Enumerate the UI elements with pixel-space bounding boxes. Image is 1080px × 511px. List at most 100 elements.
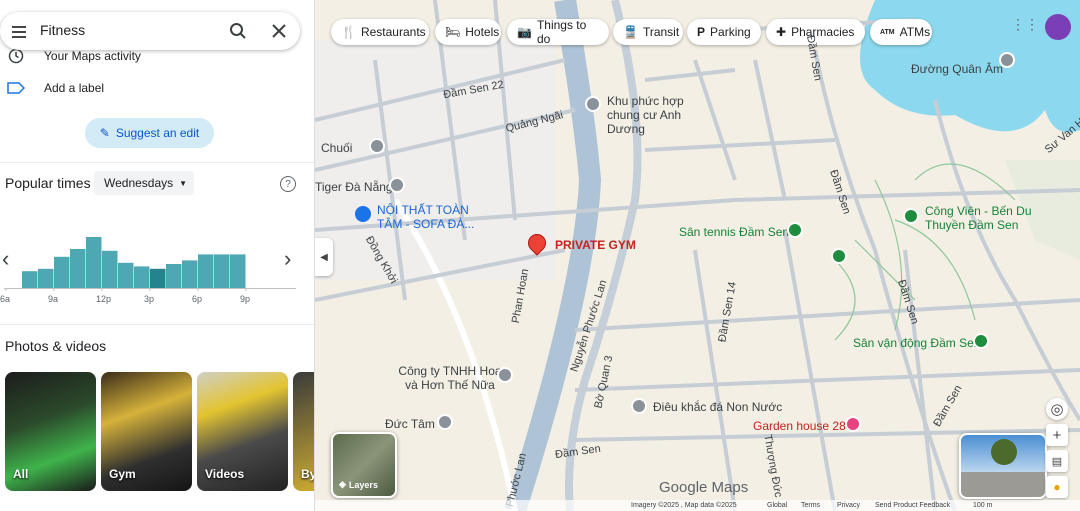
chip-transit[interactable]: 🚆 Transit (613, 19, 683, 45)
divider (0, 162, 314, 163)
transit-icon: 🚆 (623, 25, 638, 39)
popular-times-chart: ‹ › 6a 9a 12p 3p 6p 9p (0, 210, 300, 310)
pegman-icon[interactable]: ● (1046, 476, 1068, 498)
popular-times-bar[interactable] (214, 254, 230, 288)
popular-times-bar[interactable] (166, 264, 182, 288)
place-private-gym[interactable]: PRIVATE GYM (555, 238, 636, 252)
popular-times-bar[interactable] (198, 254, 214, 288)
shopping-icon (355, 206, 371, 222)
place-san-van-dong[interactable]: Sân vận động Đầm Sen (853, 336, 980, 350)
bed-icon: 🛏 (445, 25, 461, 39)
terms-link[interactable]: Terms (801, 502, 820, 509)
gym-icon (389, 177, 405, 193)
hotel-icon (845, 416, 861, 432)
place-noi-that[interactable]: NỘI THẤT TOÀN TÂM - SOFA ĐÀ... (377, 203, 477, 231)
pencil-icon: ✎ (99, 126, 110, 140)
popular-times-bar[interactable] (22, 271, 38, 288)
popular-times-title: Popular times (5, 175, 91, 191)
map-footer: Imagery ©2025 , Map data ©2025 Global Te… (315, 500, 1080, 511)
chip-atms[interactable]: ATM ATMs (870, 19, 932, 45)
label-icon (6, 82, 26, 94)
stadium-icon (973, 333, 989, 349)
place-duc-tam[interactable]: Đức Tâm (385, 417, 435, 431)
google-maps-logo: Google Maps (659, 479, 749, 496)
place-garden-house[interactable]: Garden house 28 (753, 419, 846, 433)
divider (0, 324, 314, 325)
place-chuoi[interactable]: Chuối (321, 141, 352, 155)
photo-gym[interactable]: Gym (101, 372, 192, 491)
zoom-in-button[interactable]: + (1046, 424, 1068, 446)
hour-label: 9a (48, 294, 59, 304)
shop-icon (497, 367, 513, 383)
photo-by-owner[interactable]: By (293, 372, 314, 491)
place-dieu-khac[interactable]: Điêu khắc đá Non Nước (653, 400, 782, 414)
sculpture-icon (631, 398, 647, 414)
scale-bar[interactable]: 100 m (973, 502, 992, 509)
chip-restaurants[interactable]: 🍴 Restaurants (331, 19, 429, 45)
history-icon (6, 48, 26, 64)
collapse-panel-button[interactable]: ◀ (315, 238, 333, 276)
menu-icon[interactable] (12, 26, 26, 41)
my-location-icon[interactable]: ◎ (1046, 398, 1068, 420)
place-khu-phuc-hop[interactable]: Khu phức hợp chung cư Anh Dương (607, 94, 717, 136)
store-icon (369, 138, 385, 154)
avatar[interactable] (1045, 14, 1071, 40)
chip-things-to-do[interactable]: 📷 Things to do (507, 18, 609, 46)
popular-times-bar[interactable] (118, 262, 134, 288)
search-box[interactable]: Fitness (0, 12, 300, 50)
photo-all[interactable]: All (5, 372, 96, 491)
chip-hotels[interactable]: 🛏 Hotels (435, 19, 501, 45)
camera-icon: 📷 (517, 25, 532, 39)
popular-times-bar[interactable] (182, 260, 198, 288)
chip-parking[interactable]: P Parking (687, 19, 761, 45)
dropdown-arrow-icon: ▼ (179, 178, 188, 188)
popular-times-bar[interactable] (230, 254, 246, 288)
help-icon[interactable]: ? (280, 176, 296, 192)
popular-times-bar[interactable] (54, 256, 70, 288)
apps-grid-icon[interactable]: ⋮⋮ (1011, 16, 1039, 33)
tree-icon (831, 248, 847, 264)
hour-label: 12p (96, 294, 112, 304)
photos-title: Photos & videos (5, 338, 107, 354)
tree-image (991, 439, 1017, 465)
hour-label: 6a (0, 294, 11, 304)
place-tiger[interactable]: Tiger Đà Nẵng (315, 180, 393, 194)
place-cong-vien[interactable]: Công Viên - Bến Du Thuyền Đầm Sen (925, 204, 1045, 232)
popular-times-bar[interactable] (86, 237, 102, 288)
popular-times-bar[interactable] (70, 249, 86, 288)
day-dropdown[interactable]: Wednesdays ▼ (94, 171, 194, 195)
layers-icon: ◈ (339, 479, 346, 489)
place-panel: Your Maps activity Add a label ✎ Suggest… (0, 0, 315, 511)
popular-times-bar[interactable] (38, 268, 54, 288)
parking-icon: P (697, 25, 706, 39)
place-icon (437, 414, 453, 430)
park-icon (903, 208, 919, 224)
privacy-link[interactable]: Privacy (837, 502, 860, 509)
hour-label: 3p (144, 294, 155, 304)
suggest-edit-button[interactable]: ✎ Suggest an edit (85, 118, 214, 148)
street-view-icon[interactable]: ▤ (1046, 450, 1068, 472)
feedback-link[interactable]: Send Product Feedback (875, 502, 950, 509)
search-input[interactable]: Fitness (40, 22, 85, 38)
place-san-tennis[interactable]: Sân tennis Đầm Sen (679, 225, 789, 239)
global-link[interactable]: Global (767, 502, 787, 509)
map-canvas[interactable]: 🍴 Restaurants 🛏 Hotels 📷 Things to do 🚆 Tran… (315, 0, 1080, 511)
close-icon[interactable] (267, 19, 291, 43)
search-icon[interactable] (226, 19, 250, 43)
hour-label: 9p (240, 294, 251, 304)
atm-icon: ATM (880, 28, 895, 36)
popular-times-bar[interactable] (150, 268, 166, 288)
hour-axis: 6a 9a 12p 3p 6p 9p (0, 294, 300, 308)
street-view-preview[interactable] (959, 433, 1047, 499)
popular-times-bar[interactable] (102, 250, 118, 288)
photo-videos[interactable]: Videos (197, 372, 288, 491)
pharmacy-icon: ✚ (776, 25, 787, 39)
restaurant-icon: 🍴 (341, 25, 356, 39)
building-icon[interactable] (585, 96, 601, 112)
imagery-credit: Imagery ©2025 , Map data ©2025 (631, 502, 737, 509)
hour-label: 6p (192, 294, 203, 304)
layers-button[interactable]: ◈ Layers (331, 432, 397, 498)
add-label-row[interactable]: Add a label (6, 76, 104, 100)
popular-times-bar[interactable] (134, 266, 150, 288)
place-cong-ty-hoa[interactable]: Công ty TNHH Hoa và Hơn Thế Nữa (395, 364, 505, 392)
